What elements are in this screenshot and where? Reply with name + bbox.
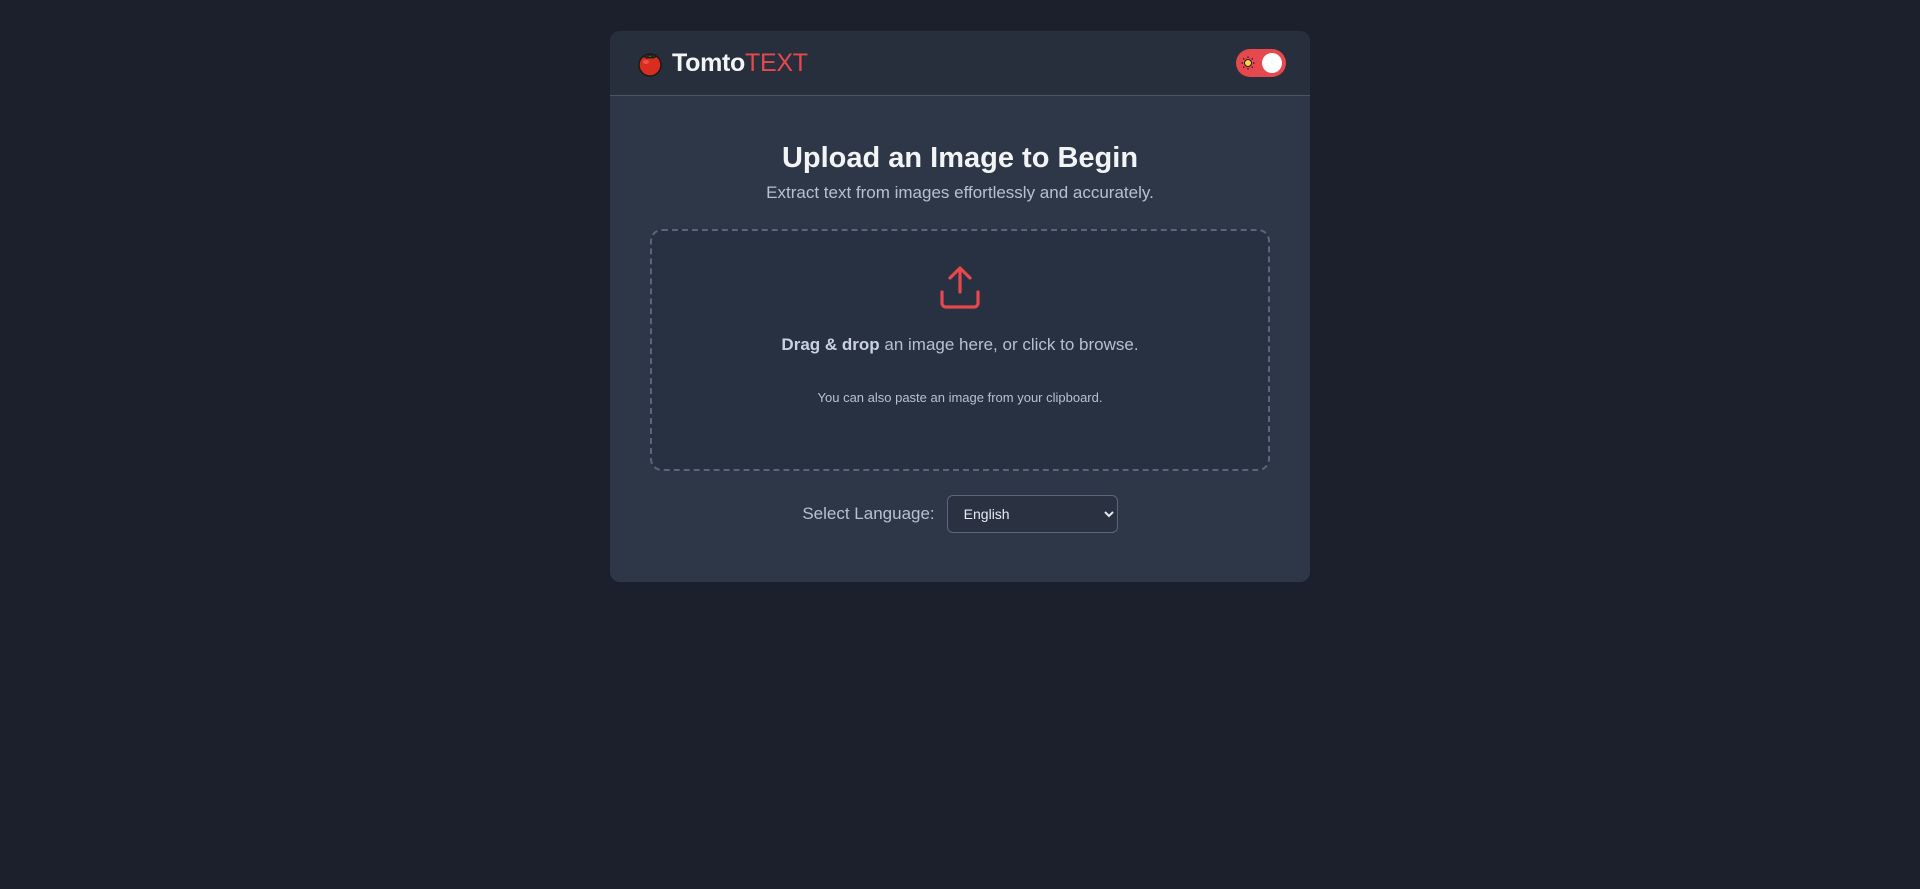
- brand-name: TomtoTEXT: [672, 48, 808, 77]
- dropzone-bold-text: Drag & drop: [781, 335, 880, 354]
- brand-logo: TomtoTEXT: [636, 49, 808, 78]
- image-dropzone[interactable]: Drag & drop an image here, or click to b…: [650, 229, 1270, 471]
- page-title: Upload an Image to Begin: [781, 142, 1139, 174]
- upload-icon: [940, 266, 980, 309]
- brand-accent: TEXT: [745, 48, 808, 77]
- paste-hint: You can also paste an image from your cl…: [817, 390, 1103, 405]
- language-label: Select Language:: [802, 504, 935, 523]
- dropzone-rest-text: an image here, or click to browse.: [879, 335, 1139, 354]
- language-row: Select Language: English: [650, 495, 1270, 533]
- header: TomtoTEXT: [610, 31, 1310, 96]
- theme-toggle[interactable]: [1236, 49, 1286, 77]
- main-card: TomtoTEXT Upload an Image to Begin Extra…: [610, 31, 1310, 582]
- page-subtitle: Extract text from images effortlessly an…: [766, 183, 1154, 202]
- upload-section: Upload an Image to Begin Extract text fr…: [610, 140, 1310, 533]
- sun-icon: [1241, 56, 1255, 70]
- dropzone-instructions: Drag & drop an image here, or click to b…: [652, 335, 1268, 355]
- toggle-knob: [1262, 53, 1282, 73]
- tomato-icon: [638, 53, 662, 77]
- language-select[interactable]: English: [946, 495, 1118, 533]
